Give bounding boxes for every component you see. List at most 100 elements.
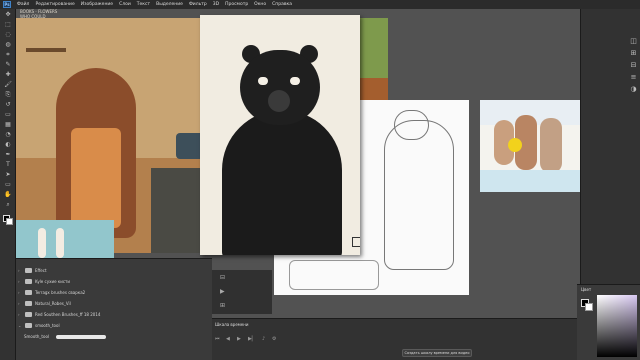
brush-group-row[interactable]: › Red Southen Brushes_ff 18 2014	[18, 309, 100, 319]
art-bear-body	[222, 110, 342, 255]
create-video-timeline-button[interactable]: Создать шкалу времени для видео	[402, 349, 472, 357]
tools-panel: ✥ ⬚ ◌ ◍ ⌗ ✎ ✚ 🖌 ⎘ ↺ ▭ ▦ ◔ ◐ ✒ T ➤ ▭ ✋ ⌕	[0, 9, 16, 360]
color-picker-field[interactable]	[597, 295, 637, 357]
folder-icon	[25, 300, 32, 306]
grid-icon[interactable]: ⊞	[220, 302, 225, 309]
art-bear-eye	[258, 77, 268, 85]
brush-stroke-preview	[56, 335, 106, 339]
shape-tool-icon[interactable]: ▭	[3, 181, 13, 189]
clone-tool-icon[interactable]: ⎘	[3, 91, 13, 99]
brushes-panel: › Effect › Kyle сухие кисти › Terragx br…	[16, 258, 212, 360]
play-icon[interactable]: ▶	[220, 288, 225, 295]
zoom-tool-icon[interactable]: ⌕	[3, 201, 13, 209]
artwork-watermark: BOOKS · FLOWERS WHO COULD	[20, 9, 57, 19]
art-bunny-ear	[38, 228, 46, 258]
menu-window[interactable]: Окно	[254, 2, 266, 7]
move-tool-icon[interactable]: ✥	[3, 11, 13, 19]
eyedropper-tool-icon[interactable]: ✎	[3, 61, 13, 69]
brush-preset-row[interactable]: Smooth_tool	[24, 331, 49, 341]
chevron-right-icon[interactable]: ›	[18, 312, 22, 317]
chevron-down-icon[interactable]: ⌄	[18, 323, 22, 328]
brush-group-row[interactable]: › Effect	[18, 265, 47, 275]
artwork-kitchen-bear[interactable]	[16, 18, 211, 253]
photoshop-logo-icon[interactable]: Ps	[3, 1, 11, 8]
eraser-tool-icon[interactable]: ▭	[3, 111, 13, 119]
art-shelf	[26, 48, 66, 52]
watermark-line: WHO COULD	[20, 14, 46, 19]
history-brush-tool-icon[interactable]: ↺	[3, 101, 13, 109]
art-bunny-ear	[56, 228, 64, 258]
artwork-bunny-tile[interactable]	[16, 220, 114, 258]
brush-group-row[interactable]: › Terragx brushes сварка2	[18, 287, 85, 297]
dock-panel-icon[interactable]: ◑	[629, 85, 638, 94]
brush-preset-label: Smooth_tool	[24, 333, 50, 339]
folder-icon	[25, 289, 32, 295]
dock-panel-icon[interactable]: ⊞	[629, 49, 638, 58]
folder-icon	[25, 311, 32, 317]
settings-icon[interactable]: ⚙	[272, 336, 276, 342]
blur-tool-icon[interactable]: ◔	[3, 131, 13, 139]
dodge-tool-icon[interactable]: ◐	[3, 141, 13, 149]
dock-panel-icon[interactable]: ⊟	[629, 61, 638, 70]
menu-bar: Ps Файл Редактирование Изображение Слои …	[0, 0, 640, 9]
art-sun	[508, 138, 522, 152]
menu-3d[interactable]: 3D	[213, 2, 219, 7]
dock-panel-icon[interactable]: ◫	[629, 37, 638, 46]
collapse-icon[interactable]: ⊟	[220, 274, 225, 281]
menu-help[interactable]: Справка	[272, 2, 292, 7]
path-select-tool-icon[interactable]: ➤	[3, 171, 13, 179]
crop-tool-icon[interactable]: ⌗	[3, 51, 13, 59]
art-bear-eye	[290, 77, 300, 85]
menu-edit[interactable]: Редактирование	[35, 2, 74, 7]
brush-group-label: Terragx brushes сварка2	[35, 289, 86, 295]
type-tool-icon[interactable]: T	[3, 161, 13, 169]
marquee-tool-icon[interactable]: ⬚	[3, 21, 13, 29]
art-sketch-head	[394, 110, 429, 140]
background-color-swatch[interactable]	[585, 303, 593, 311]
brush-group-row[interactable]: ⌄ smooth_tool	[18, 320, 60, 330]
folder-icon	[25, 322, 32, 328]
menu-layers[interactable]: Слои	[119, 2, 131, 7]
art-bear-head	[240, 50, 320, 125]
color-panel-title: Цвет	[581, 287, 592, 292]
play-icon[interactable]: ▶	[237, 336, 241, 342]
panel-controls: ⊟ ▶ ⊞	[212, 270, 272, 314]
menu-file[interactable]: Файл	[17, 2, 29, 7]
audio-icon[interactable]: ♪	[262, 336, 265, 342]
menu-image[interactable]: Изображение	[81, 2, 113, 7]
art-figure	[540, 118, 562, 173]
menu-select[interactable]: Выделение	[156, 2, 183, 7]
prev-frame-icon[interactable]: ◀	[226, 336, 230, 342]
pen-tool-icon[interactable]: ✒	[3, 151, 13, 159]
next-frame-icon[interactable]: ▶▏	[248, 336, 256, 342]
chevron-right-icon[interactable]: ›	[18, 279, 22, 284]
brush-tool-icon[interactable]: 🖌	[3, 81, 13, 89]
chevron-right-icon[interactable]: ›	[18, 290, 22, 295]
artwork-black-bear[interactable]	[200, 15, 360, 255]
menu-view[interactable]: Просмотр	[225, 2, 248, 7]
lasso-tool-icon[interactable]: ◌	[3, 31, 13, 39]
art-foliage	[360, 18, 388, 78]
quick-select-tool-icon[interactable]: ◍	[3, 41, 13, 49]
brush-group-label: Natural_Robes_Vil	[35, 300, 71, 306]
art-signature-stamp	[352, 237, 360, 247]
art-apron	[71, 128, 121, 228]
folder-icon	[25, 267, 32, 273]
art-bear-muzzle	[268, 90, 290, 112]
hand-tool-icon[interactable]: ✋	[3, 191, 13, 199]
brush-group-label: Kyle сухие кисти	[35, 278, 70, 284]
art-sketch-body	[384, 120, 454, 270]
dock-panel-icon[interactable]: ≡	[629, 73, 638, 82]
gradient-tool-icon[interactable]: ▦	[3, 121, 13, 129]
chevron-right-icon[interactable]: ›	[18, 268, 22, 273]
chevron-right-icon[interactable]: ›	[18, 301, 22, 306]
brush-group-row[interactable]: › Natural_Robes_Vil	[18, 298, 71, 308]
background-color-swatch[interactable]	[6, 218, 13, 225]
menu-filter[interactable]: Фильтр	[189, 2, 207, 7]
menu-text[interactable]: Текст	[137, 2, 150, 7]
brush-group-row[interactable]: › Kyle сухие кисти	[18, 276, 70, 286]
brush-group-label: Effect	[35, 267, 47, 273]
first-frame-icon[interactable]: ⏮	[215, 336, 220, 342]
healing-tool-icon[interactable]: ✚	[3, 71, 13, 79]
color-panel: Цвет	[577, 284, 640, 360]
